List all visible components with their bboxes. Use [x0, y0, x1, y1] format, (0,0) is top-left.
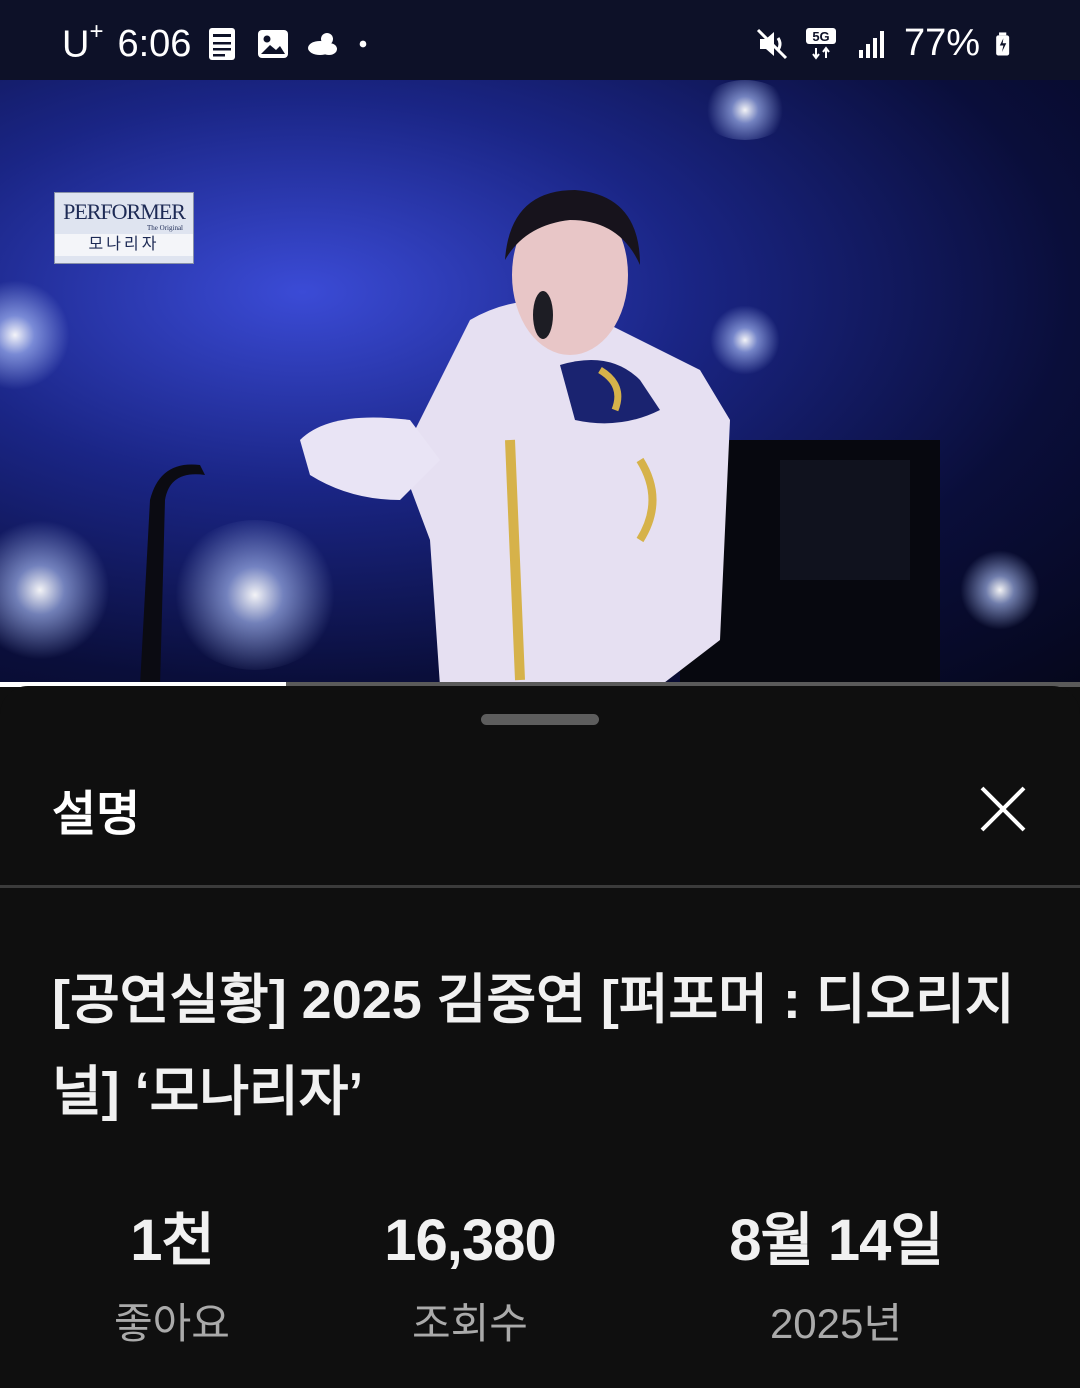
program-logo: PERFORMER The Original 모나리자 [54, 192, 194, 264]
weather-icon [308, 33, 338, 56]
date-stat: 8월 14일 2025년 [686, 1206, 986, 1356]
drag-handle[interactable] [481, 714, 599, 725]
views-count: 16,380 [384, 1208, 556, 1273]
dot-icon [360, 40, 367, 48]
status-bar-left: U+ 6:06 [62, 18, 379, 67]
network-5g-icon: 5G [805, 27, 836, 60]
performer-figure [140, 190, 940, 686]
pdf-icon [209, 28, 236, 61]
close-icon[interactable] [976, 782, 1030, 836]
logo-subtitle: The Original [147, 224, 183, 232]
status-bar: U+ 6:06 5G 77% [0, 0, 1080, 80]
signal-icon [858, 30, 884, 58]
network-label: 5G [812, 29, 829, 44]
description-sheet: 설명 [공연실황] 2025 김중연 [퍼포머 : 디오리지널] ‘모나리자’ … [0, 686, 1080, 1388]
clock: 6:06 [117, 22, 192, 65]
logo-title: PERFORMER [63, 199, 186, 224]
likes-label: 좋아요 [114, 1300, 230, 1347]
stats-row: 1천 좋아요 16,380 조회수 8월 14일 2025년 [0, 1206, 1080, 1366]
mute-icon [756, 28, 787, 59]
image-icon [258, 30, 289, 59]
logo-song-title: 모나리자 [55, 234, 193, 256]
video-player[interactable]: PERFORMER The Original 모나리자 [0, 80, 1080, 686]
divider [0, 885, 1080, 888]
video-title: [공연실황] 2025 김중연 [퍼포머 : 디오리지널] ‘모나리자’ [52, 970, 1015, 1122]
carrier-label: U+ [62, 18, 104, 66]
likes-stat: 1천 좋아요 [72, 1206, 272, 1356]
likes-count: 1천 [130, 1208, 215, 1273]
battery-percentage: 77% [903, 22, 980, 64]
views-label: 조회수 [412, 1300, 528, 1347]
battery-icon [996, 31, 1010, 56]
status-bar-right: 5G 77% [754, 22, 1020, 65]
views-stat: 16,380 조회수 [340, 1206, 600, 1356]
upload-date: 8월 14일 [729, 1208, 944, 1273]
upload-year: 2025년 [769, 1300, 903, 1347]
sheet-title: 설명 [52, 788, 141, 841]
